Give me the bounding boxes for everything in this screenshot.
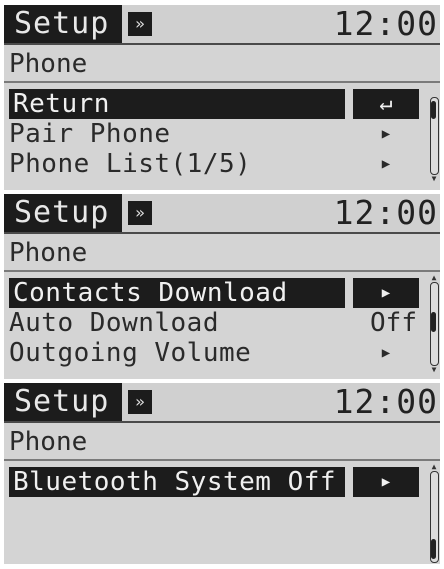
bluetooth-icon: »	[128, 201, 152, 225]
scrollbar[interactable]: ▲	[428, 463, 440, 563]
scrollbar-thumb[interactable]	[431, 312, 436, 332]
menu-item-label: Return	[13, 89, 110, 119]
menu-item-outgoing-volume[interactable]: Outgoing Volume ▶	[9, 338, 419, 368]
menu-item-pair-phone[interactable]: Pair Phone ▶	[9, 119, 419, 149]
menu-item-label: Outgoing Volume	[9, 338, 252, 368]
arrow-right-icon[interactable]: ▶	[353, 278, 419, 308]
setup-phone-screen-1: Setup » 12:00 Phone Return ↵ Pair Phone …	[4, 5, 440, 190]
setup-phone-screen-3: Setup » 12:00 Phone Bluetooth System Off…	[4, 383, 440, 564]
clock: 12:00	[333, 383, 438, 421]
bluetooth-glyph: »	[135, 14, 145, 33]
header-title: Setup	[14, 384, 110, 419]
setting-value: Off	[370, 308, 417, 338]
header-title-box: Setup	[4, 383, 122, 421]
bluetooth-glyph: »	[135, 392, 145, 411]
arrow-right-icon: ▶	[381, 126, 391, 142]
clock: 12:00	[333, 5, 438, 43]
header-bar: Setup » 12:00	[4, 383, 440, 421]
menu-item-label: Pair Phone	[9, 119, 171, 149]
header-divider	[4, 421, 440, 423]
submenu-divider	[4, 270, 440, 272]
menu-item-label: Auto Download	[9, 308, 219, 338]
menu-item-return[interactable]: Return ↵	[9, 89, 419, 119]
menu-item-label: Contacts Download	[13, 278, 288, 308]
bluetooth-icon: »	[128, 12, 152, 36]
submenu-title: Phone	[9, 49, 88, 79]
submenu-divider	[4, 81, 440, 83]
scrollbar-thumb[interactable]	[431, 101, 436, 119]
arrow-right-icon: ▶	[381, 345, 391, 361]
header-bar: Setup » 12:00	[4, 5, 440, 43]
return-arrow-icon[interactable]: ↵	[353, 89, 419, 119]
header-title: Setup	[14, 195, 110, 230]
scroll-up-icon: ▲	[431, 462, 437, 471]
setup-phone-screen-2: Setup » 12:00 Phone Contacts Download ▶ …	[4, 194, 440, 379]
scrollbar[interactable]: ▼	[428, 89, 440, 183]
submenu-title: Phone	[9, 427, 88, 457]
scrollbar[interactable]: ▲ ▼	[428, 274, 440, 374]
header-title-box: Setup	[4, 5, 122, 43]
menu-item-label: Phone List(1/5)	[9, 149, 252, 179]
arrow-right-icon: ▶	[381, 156, 391, 172]
menu-item-auto-download[interactable]: Auto Download Off	[9, 308, 419, 338]
menu-item-phone-list[interactable]: Phone List(1/5) ▶	[9, 149, 419, 179]
header-title-box: Setup	[4, 194, 122, 232]
bluetooth-glyph: »	[135, 203, 145, 222]
scrollbar-thumb[interactable]	[431, 539, 436, 559]
header-divider	[4, 232, 440, 234]
clock: 12:00	[333, 194, 438, 232]
scroll-down-icon: ▼	[431, 174, 437, 183]
submenu-divider	[4, 459, 440, 461]
header-title: Setup	[14, 6, 110, 41]
menu-item-label: Bluetooth System Off	[13, 467, 337, 497]
header-bar: Setup » 12:00	[4, 194, 440, 232]
header-divider	[4, 43, 440, 45]
menu-item-bluetooth-system-off[interactable]: Bluetooth System Off ▶	[9, 467, 419, 497]
menu-item-contacts-download[interactable]: Contacts Download ▶	[9, 278, 419, 308]
submenu-title: Phone	[9, 238, 88, 268]
scroll-up-icon: ▲	[431, 273, 437, 282]
bluetooth-icon: »	[128, 390, 152, 414]
scroll-down-icon: ▼	[431, 365, 437, 374]
arrow-right-icon[interactable]: ▶	[353, 467, 419, 497]
